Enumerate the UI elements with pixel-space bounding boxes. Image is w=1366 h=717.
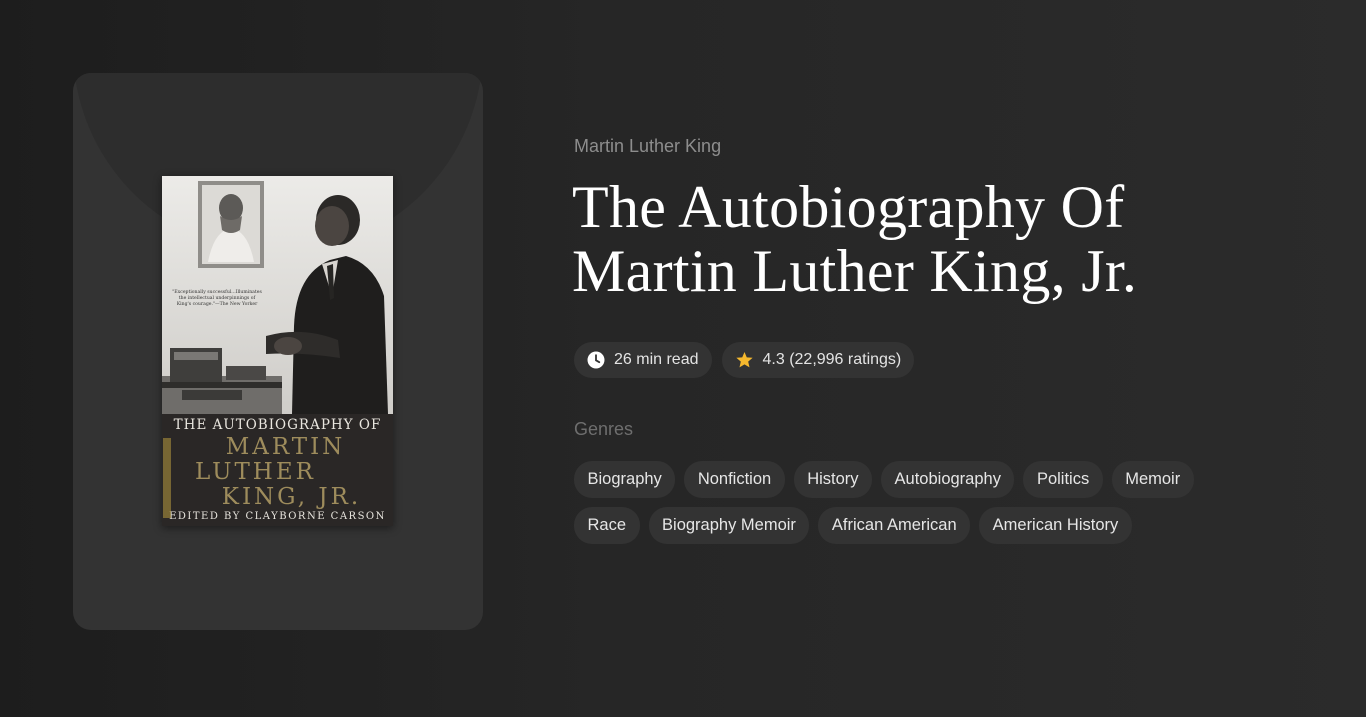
rating-text: 4.3 (22,996 ratings)	[762, 351, 902, 368]
genre-chip[interactable]: Biography Memoir	[648, 507, 810, 544]
cover-title-band: THE AUTOBIOGRAPHY OF MARTIN LUTHER KING,…	[162, 414, 393, 526]
publisher-badge	[163, 438, 171, 518]
book-cover-image: "Exceptionally successful...Illuminates …	[162, 176, 393, 526]
genre-chip[interactable]: Race	[574, 507, 640, 544]
cover-band-line: KING, JR.	[221, 484, 362, 510]
author-name[interactable]: Martin Luther King	[574, 136, 721, 157]
genre-chip[interactable]: African American	[818, 507, 971, 544]
book-title-line: The Autobiography Of	[572, 174, 1125, 240]
book-meta: 26 min read 4.3 (22,996 ratings)	[574, 342, 915, 378]
book-title-line: Martin Luther King, Jr.	[572, 238, 1138, 304]
cover-band-line: MARTIN	[225, 434, 346, 460]
read-time-text: 26 min read	[614, 351, 699, 368]
star-icon	[735, 351, 754, 369]
genre-chip[interactable]: History	[793, 461, 873, 498]
genre-chip[interactable]: Nonfiction	[684, 461, 785, 498]
genre-chip[interactable]: Biography	[574, 461, 676, 498]
genre-chip[interactable]: Memoir	[1111, 461, 1194, 498]
cover-band-line: LUTHER	[195, 459, 316, 485]
rating-pill: 4.3 (22,996 ratings)	[721, 342, 915, 378]
cover-quote: "Exceptionally successful...Illuminates …	[172, 290, 262, 308]
clock-icon	[587, 351, 605, 369]
read-time-pill: 26 min read	[574, 342, 712, 378]
cover-band-editor: EDITED BY CLAYBORNE CARSON	[169, 511, 386, 522]
genre-chip[interactable]: American History	[979, 507, 1132, 544]
cover-band-top: THE AUTOBIOGRAPHY OF	[173, 417, 382, 433]
genre-chip[interactable]: Politics	[1023, 461, 1103, 498]
book-cover-card: "Exceptionally successful...Illuminates …	[73, 73, 483, 630]
genre-list: Biography Nonfiction History Autobiograp…	[574, 461, 1234, 544]
genres-heading: Genres	[574, 419, 634, 439]
book-title: The Autobiography Of Martin Luther King,…	[572, 175, 1272, 303]
genre-chip[interactable]: Autobiography	[881, 461, 1015, 498]
